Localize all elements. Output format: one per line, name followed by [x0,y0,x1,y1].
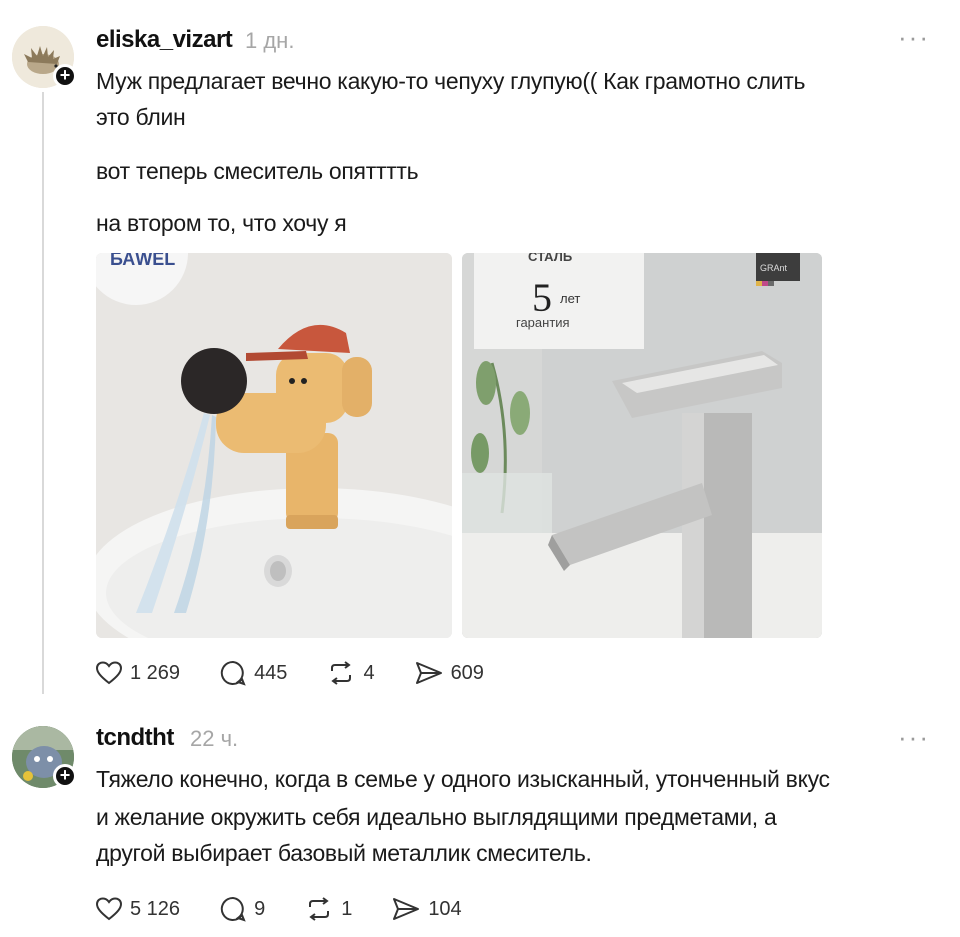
post-text-line: вот теперь смеситель опятттть [96,158,419,184]
share-button[interactable]: 104 [392,897,462,921]
post-actions: 1 269 445 4 609 [96,660,524,686]
comment-button[interactable]: 445 [220,660,287,686]
like-button[interactable]: 1 269 [96,661,180,685]
heart-icon [96,897,122,921]
comment-count: 445 [254,661,288,684]
follow-button[interactable]: + [53,764,77,788]
like-button[interactable]: 5 126 [96,897,180,921]
username[interactable]: tcndtht [96,724,174,752]
plus-icon: + [59,765,71,785]
brand-text: БАWЕL [110,253,175,269]
more-options-button[interactable]: ··· [898,22,930,53]
post-text-line: другой выбирает базовый металлик смесите… [96,840,592,866]
steel-faucet-image[interactable]: СТАЛЬ 5 лет гарантия GRAnt [462,253,822,638]
warranty-unit: лет [560,291,580,306]
repost-arrows-icon [309,897,330,921]
comment-bubble-icon [220,660,246,686]
repost-button[interactable]: 1 [305,897,352,921]
post-text-line: на втором то, что хочу я [96,210,347,236]
comment-bubble-icon [220,896,246,922]
share-button[interactable]: 609 [415,661,484,685]
send-icon [393,898,420,920]
follow-button[interactable]: + [53,64,77,88]
username[interactable]: eliska_vizart [96,26,233,54]
post-time: 22 ч. [190,726,239,751]
more-options-button[interactable]: ··· [898,722,930,753]
post-text-line: и желание окружить себя идеально выглядя… [96,804,777,830]
send-icon [415,662,442,684]
post-actions: 5 126 9 1 104 [96,896,502,922]
heart-icon [96,661,122,685]
share-count: 609 [450,661,484,684]
comment-count: 9 [254,897,266,920]
cartoon-faucet-image[interactable]: БАWЕL [96,253,452,638]
comment-button[interactable]: 9 [220,896,265,922]
like-count: 1 269 [130,661,181,684]
post-text-line: это блин [96,104,186,130]
repost-count: 1 [341,897,353,920]
like-count: 5 126 [130,897,181,920]
thread-line [42,92,44,694]
post-eliska: + eliska_vizart 1 дн. ··· Муж предлагает… [0,0,960,700]
steel-label: СТАЛЬ [528,253,572,264]
post-time: 1 дн. [245,28,295,53]
repost-count: 4 [363,661,375,684]
repost-button[interactable]: 4 [327,661,375,685]
share-count: 104 [428,897,462,920]
plus-icon: + [59,65,71,85]
brand-logo: GRAnt [760,263,788,273]
warranty-number: 5 [532,275,552,320]
warranty-label: гарантия [516,315,570,330]
post-tcndtht: + tcndtht 22 ч. ··· Тяжело конечно, когд… [0,700,960,937]
repost-arrows-icon [331,661,352,685]
post-text-line: Тяжело конечно, когда в семье у одного и… [96,766,830,792]
post-text-line: Муж предлагает вечно какую-то чепуху глу… [96,68,806,94]
